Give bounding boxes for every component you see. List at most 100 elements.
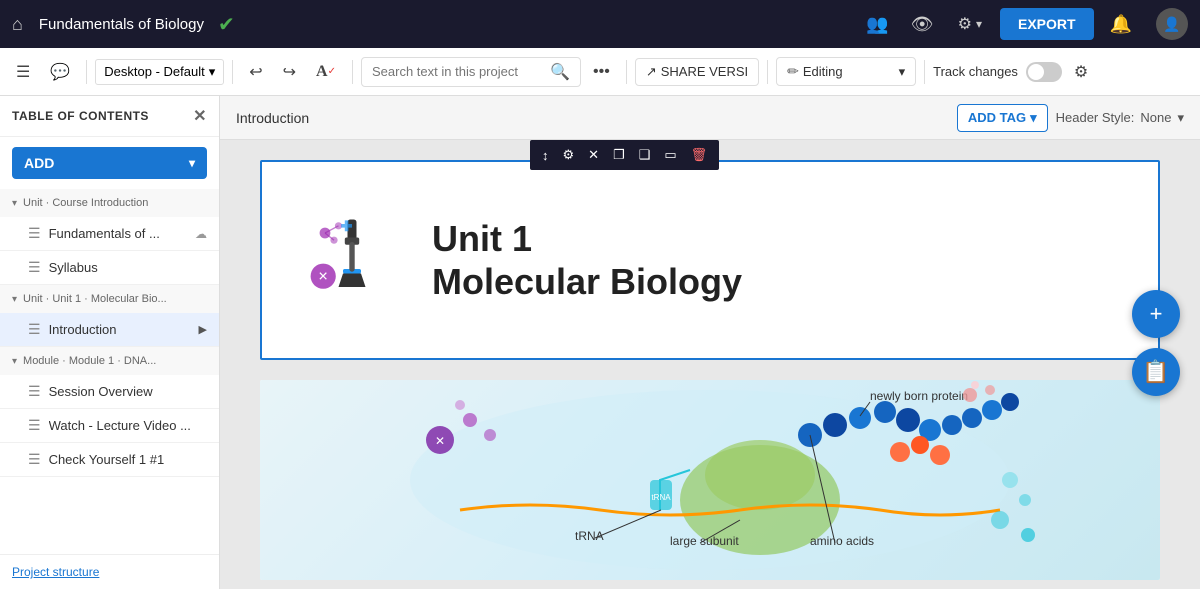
sidebar: TABLE OF CONTENTS ✕ ADD ▾ ▾ Unit · Cours… [0,96,220,589]
document-area: ✕ Unit 1 Molecular Biology [220,140,1200,589]
undo-button[interactable]: ↩ [241,58,270,86]
block-duplicate-button[interactable]: ▭ [658,144,682,166]
block-copy-button[interactable]: ❐ [607,144,631,166]
clipboard-icon: 📋 [1142,359,1169,385]
chevron-down-icon: ▾ [12,198,17,209]
sidebar-item-dna-module[interactable]: ▾ Module · Module 1 · DNA... [0,347,219,375]
svg-text:newly born protein: newly born protein [870,389,968,403]
page-icon: ☰ [28,451,41,468]
svg-text:amino acids: amino acids [810,534,874,548]
export-button[interactable]: EXPORT [1000,8,1094,40]
sidebar-item-molecular-bio-unit[interactable]: ▾ Unit · Unit 1 · Molecular Bio... [0,285,219,313]
pencil-icon: ✏ [787,63,799,80]
divider3 [352,60,353,84]
item-label: Fundamentals of ... [49,226,187,241]
more-action-icon[interactable]: ☁ [195,227,207,241]
search-input[interactable] [372,64,544,79]
chevron-down-icon: ▾ [12,356,17,367]
layout-icon: ☰ [16,62,30,82]
sidebar-item-check-yourself[interactable]: ☰ Check Yourself 1 #1 [0,443,219,477]
unit-label: Unit · Unit 1 · Molecular Bio... [23,293,167,305]
desktop-label: Desktop - Default [104,64,204,79]
editing-chevron: ▾ [899,64,906,80]
track-changes-section: Track changes [933,62,1062,82]
close-icon[interactable]: ✕ [193,106,207,126]
svg-text:tRNA: tRNA [651,493,671,502]
page-icon: ☰ [28,225,41,242]
search-icon[interactable]: 🔍 [550,62,570,82]
microscope-icon: ✕ [307,215,397,305]
block-cut-button[interactable]: ✕ [582,144,605,166]
svg-text:✕: ✕ [318,270,329,284]
redo-button[interactable]: ↪ [275,58,304,86]
toolbar: ☰ 💬 Desktop - Default ▾ ↩ ↪ A✓ 🔍 ••• ↗ S… [0,48,1200,96]
sidebar-item-fundamentals[interactable]: ☰ Fundamentals of ... ☁ [0,217,219,251]
unit-block: ✕ Unit 1 Molecular Biology [260,160,1160,360]
sidebar-item-watch-lecture[interactable]: ☰ Watch - Lecture Video ... [0,409,219,443]
svg-text:✕: ✕ [435,434,445,448]
editing-mode-select[interactable]: ✏ Editing ▾ [776,57,916,86]
unit-label: Unit · Course Introduction [23,197,148,209]
layout-select[interactable]: Desktop - Default ▾ [95,59,224,85]
share-icon: ↗ [646,64,657,80]
content-header: Introduction ADD TAG ▾ Header Style: Non… [220,96,1200,140]
block-paste-button[interactable]: ❑ [633,144,657,166]
sidebar-item-introduction[interactable]: ☰ Introduction ▶ [0,313,219,347]
clipboard-fab-button[interactable]: 📋 [1132,348,1180,396]
sidebar-item-session-overview[interactable]: ☰ Session Overview [0,375,219,409]
comment-icon: 💬 [50,62,70,82]
bell-icon[interactable]: 🔔 [1110,14,1132,35]
header-style-section: Header Style: None ▾ [1056,110,1184,126]
home-icon[interactable]: ⌂ [12,14,23,35]
dna-image: tRNA newly born protein amino acids larg… [260,380,1160,580]
comment-button[interactable]: 💬 [42,58,78,86]
check-icon: ✔ [218,12,235,37]
toolbar-settings-button[interactable]: ⚙ [1066,58,1096,86]
item-label: Syllabus [49,260,207,275]
sidebar-item-course-intro-unit[interactable]: ▾ Unit · Course Introduction [0,189,219,217]
track-changes-toggle[interactable] [1026,62,1062,82]
layout-toggle-button[interactable]: ☰ [8,58,38,86]
preview-icon[interactable]: 👁 [911,14,934,35]
block-toolbar: ↕ ⚙ ✕ ❐ ❑ ▭ 🗑 [530,140,719,170]
add-tag-chevron-icon: ▾ [1030,110,1037,126]
project-structure-link[interactable]: Project structure [0,554,219,589]
divider [86,60,87,84]
sidebar-item-syllabus[interactable]: ☰ Syllabus [0,251,219,285]
settings-btn[interactable]: ⚙ ▾ [950,10,990,38]
gear-chevron: ▾ [976,17,982,31]
add-button[interactable]: ADD ▾ [12,147,207,179]
divider2 [232,60,233,84]
add-tag-button[interactable]: ADD TAG ▾ [957,104,1048,132]
header-style-label: Header Style: [1056,110,1135,125]
more-button[interactable]: ••• [585,59,618,85]
add-label: ADD [24,155,189,171]
block-settings-button[interactable]: ⚙ [557,144,581,166]
add-fab-button[interactable]: + [1132,290,1180,338]
users-icon[interactable]: 👥 [866,14,888,35]
header-style-value: None [1140,110,1171,125]
move-up-button[interactable]: ↕ [536,145,555,166]
breadcrumb: Introduction [236,110,309,126]
gear-icon: ⚙ [958,14,972,34]
toc-title: TABLE OF CONTENTS [12,109,149,123]
settings-icon: ⚙ [1074,62,1088,82]
page-icon: ☰ [28,417,41,434]
share-version-button[interactable]: ↗ SHARE VERSI [635,58,759,86]
project-title: Fundamentals of Biology [39,16,204,33]
page-icon: ☰ [28,321,41,338]
avatar[interactable]: 👤 [1156,8,1188,40]
chevron-down-icon: ▾ [209,64,216,80]
search-bar[interactable]: 🔍 [361,57,581,87]
module-label: Module · Module 1 · DNA... [23,355,156,367]
spell-icon: A [316,63,328,81]
undo-icon: ↩ [249,62,262,82]
cursor-indicator: ▶ [199,323,207,336]
add-chevron-icon: ▾ [189,156,195,170]
header-style-chevron-icon[interactable]: ▾ [1177,110,1184,126]
item-label: Check Yourself 1 #1 [49,452,207,467]
divider5 [767,60,768,84]
spellcheck-button[interactable]: A✓ [308,59,344,85]
sidebar-header: TABLE OF CONTENTS ✕ [0,96,219,137]
block-delete-button[interactable]: 🗑 [685,144,714,166]
